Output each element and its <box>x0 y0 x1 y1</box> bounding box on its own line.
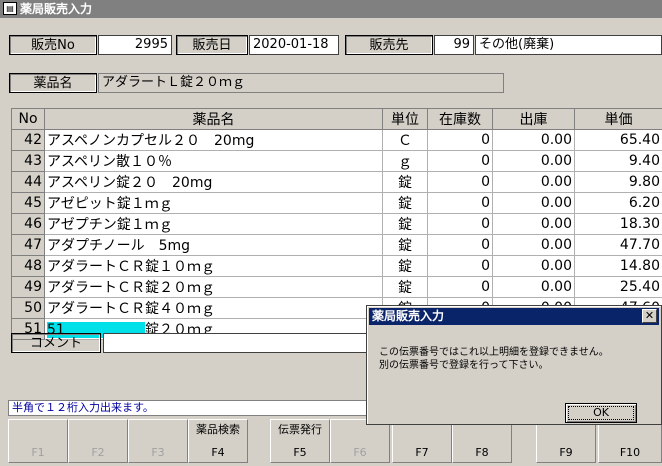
drug-name-field: アダラートＬ錠２０ｍｇ <box>98 73 504 93</box>
row-drug-name[interactable]: アゼプチン錠１ｍｇ <box>44 213 383 235</box>
dialog-message-line1: この伝票番号ではこれ以上明細を登録できません。 <box>379 347 609 358</box>
row-stock: 0 <box>427 192 493 214</box>
row-out[interactable]: 0.00 <box>492 192 575 214</box>
row-stock: 0 <box>427 213 493 235</box>
drug-search-button[interactable]: 薬品検索 F4 <box>188 419 248 463</box>
f6-button[interactable]: F6 <box>330 419 390 463</box>
row-out[interactable]: 0.00 <box>492 213 575 235</box>
row-drug-name[interactable]: アダラートＣＲ錠２０ｍｇ <box>44 276 383 298</box>
customer-label: 販売先 <box>345 35 433 55</box>
f2-button[interactable]: F2 <box>68 419 128 463</box>
row-price[interactable]: 25.40 <box>574 276 662 298</box>
row-unit: 錠 <box>382 213 428 235</box>
f9-button[interactable]: F9 <box>536 419 596 463</box>
row-no: 42 <box>11 129 45 151</box>
table-header-row: No 薬品名 単位 在庫数 出庫 単価 <box>11 108 662 130</box>
row-drug-name[interactable]: アスペリン錠２０ 20mg <box>44 171 383 193</box>
row-stock: 0 <box>427 129 493 151</box>
sale-date-label: 販売日 <box>176 35 248 55</box>
row-unit: Ｃ <box>382 129 428 151</box>
f3-button[interactable]: F3 <box>128 419 188 463</box>
ok-button[interactable]: OK <box>565 403 637 423</box>
row-no: 49 <box>11 276 45 298</box>
f1-button[interactable]: F1 <box>8 419 68 463</box>
table-row[interactable]: 48 アダラートＣＲ錠１０ｍｇ 錠 0 0.00 14.80 <box>11 255 662 277</box>
row-price[interactable]: 9.80 <box>574 171 662 193</box>
row-drug-name[interactable]: アゼピット錠１ｍｇ <box>44 192 383 214</box>
row-price[interactable]: 9.40 <box>574 150 662 172</box>
f10-button[interactable]: F10 <box>598 419 662 463</box>
row-no: 47 <box>11 234 45 256</box>
row-price[interactable]: 47.70 <box>574 234 662 256</box>
dialog-message: この伝票番号ではこれ以上明細を登録できません。 別の伝票番号で登録を行って下さい… <box>379 346 609 372</box>
table-row[interactable]: 42 アスペノンカプセル２０ 20mg Ｃ 0 0.00 65.40 <box>11 129 662 151</box>
column-header-out: 出庫 <box>492 108 575 130</box>
row-out[interactable]: 0.00 <box>492 171 575 193</box>
column-header-stock: 在庫数 <box>427 108 493 130</box>
dialog-titlebar: 薬局販売入力 ✕ <box>369 308 659 325</box>
function-key-bar: F1 F2 F3 薬品検索 F4 伝票発行 F5 F6 F7 F8 F9 F10 <box>8 419 662 463</box>
row-unit: 錠 <box>382 276 428 298</box>
column-header-drug-name: 薬品名 <box>44 108 383 130</box>
table-row[interactable]: 46 アゼプチン錠１ｍｇ 錠 0 0.00 18.30 <box>11 213 662 235</box>
column-header-no: No <box>11 108 45 130</box>
row-no: 48 <box>11 255 45 277</box>
row-stock: 0 <box>427 255 493 277</box>
row-drug-name[interactable]: アダラートＣＲ錠４０ｍｇ <box>44 297 383 319</box>
row-price[interactable]: 14.80 <box>574 255 662 277</box>
row-no: 46 <box>11 213 45 235</box>
window-titlebar: ▤ 薬局販売入力 <box>0 0 662 18</box>
row-drug-name[interactable]: アスペノンカプセル２０ 20mg <box>44 129 383 151</box>
row-out[interactable]: 0.00 <box>492 276 575 298</box>
dialog-title: 薬局販売入力 <box>372 309 445 323</box>
row-no: 45 <box>11 192 45 214</box>
f7-button[interactable]: F7 <box>392 419 452 463</box>
customer-code-field[interactable]: 99 <box>434 35 474 55</box>
sale-no-field[interactable]: 2995 <box>98 35 172 55</box>
row-unit: 錠 <box>382 171 428 193</box>
row-price[interactable]: 65.40 <box>574 129 662 151</box>
table-row[interactable]: 45 アゼピット錠１ｍｇ 錠 0 0.00 6.20 <box>11 192 662 214</box>
dialog-message-line2: 別の伝票番号で登録を行って下さい。 <box>379 360 549 371</box>
table-row[interactable]: 44 アスペリン錠２０ 20mg 錠 0 0.00 9.80 <box>11 171 662 193</box>
row-out[interactable]: 0.00 <box>492 255 575 277</box>
table-row[interactable]: 47 アダプチノール 5mg 錠 0 0.00 47.70 <box>11 234 662 256</box>
row-no: 44 <box>11 171 45 193</box>
window-title: 薬局販売入力 <box>20 2 93 16</box>
row-drug-name[interactable]: アダラートＣＲ錠１０ｍｇ <box>44 255 383 277</box>
app-icon: ▤ <box>3 2 17 15</box>
status-bar: 半角で１２桁入力出来ます。 <box>8 400 368 416</box>
table-row[interactable]: 49 アダラートＣＲ錠２０ｍｇ 錠 0 0.00 25.40 <box>11 276 662 298</box>
row-unit: ｇ <box>382 150 428 172</box>
customer-name-field: その他(廃棄) <box>475 35 662 55</box>
row-unit: 錠 <box>382 234 428 256</box>
comment-label: コメント <box>11 333 101 353</box>
row-stock: 0 <box>427 150 493 172</box>
row-unit: 錠 <box>382 192 428 214</box>
sale-no-label: 販売No <box>9 35 97 55</box>
column-header-unit: 単位 <box>382 108 428 130</box>
row-no: 50 <box>11 297 45 319</box>
row-stock: 0 <box>427 276 493 298</box>
row-drug-name[interactable]: アスペリン散１０％ <box>44 150 383 172</box>
drug-name-label: 薬品名 <box>9 73 97 93</box>
f8-button[interactable]: F8 <box>452 419 512 463</box>
row-price[interactable]: 18.30 <box>574 213 662 235</box>
error-dialog: 薬局販売入力 ✕ この伝票番号ではこれ以上明細を登録できません。 別の伝票番号で… <box>366 305 662 425</box>
row-stock: 0 <box>427 234 493 256</box>
comment-field[interactable] <box>103 333 368 353</box>
row-stock: 0 <box>427 171 493 193</box>
row-no: 43 <box>11 150 45 172</box>
row-out[interactable]: 0.00 <box>492 150 575 172</box>
close-icon[interactable]: ✕ <box>642 309 657 323</box>
row-price[interactable]: 6.20 <box>574 192 662 214</box>
column-header-price: 単価 <box>574 108 662 130</box>
sale-date-field[interactable]: 2020-01-18 <box>249 35 339 55</box>
table-row[interactable]: 43 アスペリン散１０％ ｇ 0 0.00 9.40 <box>11 150 662 172</box>
row-drug-name[interactable]: アダプチノール 5mg <box>44 234 383 256</box>
row-out[interactable]: 0.00 <box>492 234 575 256</box>
row-out[interactable]: 0.00 <box>492 129 575 151</box>
issue-slip-button[interactable]: 伝票発行 F5 <box>270 419 330 463</box>
row-unit: 錠 <box>382 255 428 277</box>
